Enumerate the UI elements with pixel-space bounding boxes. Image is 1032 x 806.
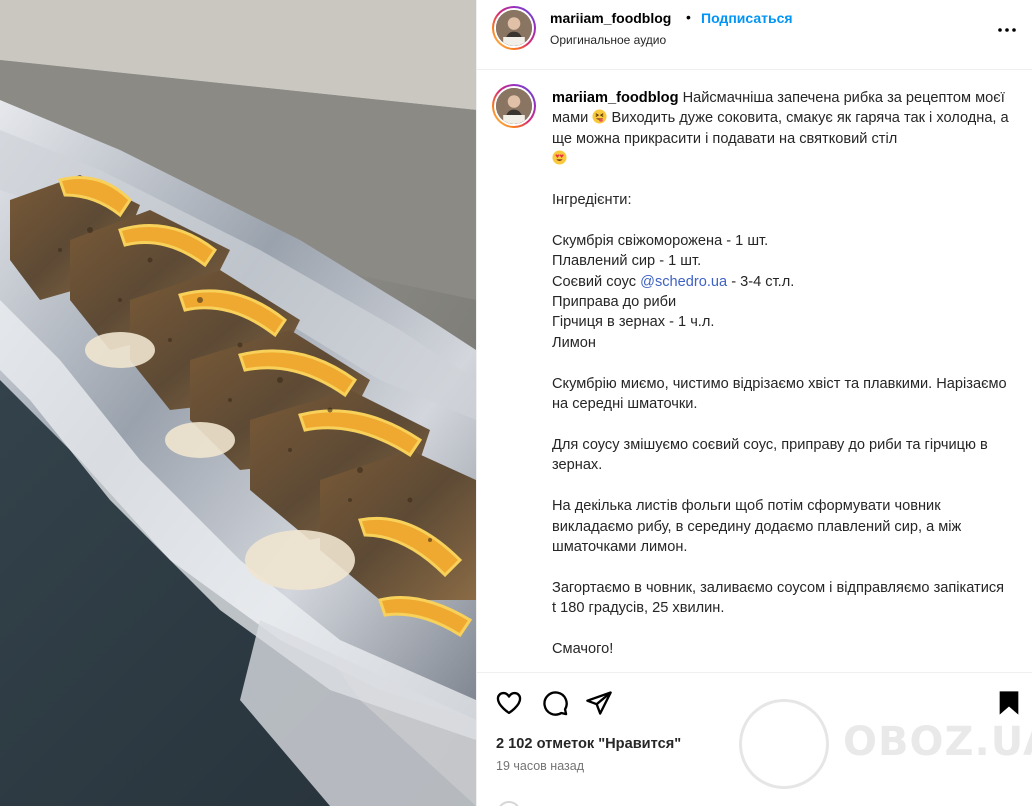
avatar-image (496, 10, 532, 46)
ingredient-item: - 3-4 ст.л. (727, 273, 795, 290)
recipe-step: Скумбрію миємо, чистимо відрізаємо хвіст… (552, 375, 1011, 413)
post-panel: mariiam_foodblog • Подписаться Оригиналь… (476, 0, 1032, 806)
caption-username[interactable]: mariiam_foodblog (552, 90, 679, 106)
post-timestamp[interactable]: 19 часов назад (496, 759, 584, 773)
recipe-step: Загортаємо в човник, заливаємо соусом і … (552, 579, 1009, 617)
ingredient-item: Гірчиця в зернах - 1 ч.л. (552, 314, 715, 331)
follow-button[interactable]: Подписаться (701, 10, 793, 26)
likes-count[interactable]: 2 102 отметок "Нравится" (496, 736, 681, 752)
author-avatar[interactable] (492, 6, 536, 50)
baked-fish-image (0, 0, 476, 806)
comment-icon[interactable] (541, 689, 569, 717)
closing-text: Смачого! (552, 640, 614, 657)
caption-section: mariiam_foodblog Найсмачніша запечена ри… (477, 70, 1032, 672)
caption-text: mariiam_foodblog Найсмачніша запечена ри… (552, 88, 1012, 659)
heart-eyes-emoji-icon (552, 150, 567, 165)
paper-plane-icon[interactable] (585, 689, 613, 717)
separator-dot: • (686, 9, 691, 25)
recipe-step: Для соусу змішуємо соєвий соус, приправу… (552, 436, 992, 474)
ingredient-item: Лимон (552, 334, 596, 351)
ingredient-item: Соєвий соус (552, 273, 641, 290)
author-username[interactable]: mariiam_foodblog (550, 10, 671, 26)
squinting-tongue-emoji-icon (592, 109, 607, 124)
ingredient-item: Плавлений сир - 1 шт. (552, 253, 702, 270)
caption-intro-cont: Виходить дуже соковита, смакує як гаряча… (552, 110, 1013, 147)
avatar-image (496, 88, 532, 124)
ingredient-item: Приправа до риби (552, 294, 677, 311)
more-horizontal-icon[interactable] (995, 18, 1019, 42)
recipe-step: На декілька листів фольги щоб потім сфор… (552, 498, 966, 555)
oboz-watermark: OBOZ.UA (739, 699, 1032, 799)
heart-icon[interactable] (495, 689, 523, 717)
add-comment-avatar (497, 801, 521, 806)
ingredient-item: Скумбрія свіжоморожена - 1 шт. (552, 232, 769, 249)
watermark-text: OBOZ.UA (843, 719, 1032, 765)
post-photo[interactable] (0, 0, 476, 806)
actions-bar: OBOZ.UA 2 102 отметок "Нравится" 19 часо… (477, 672, 1032, 806)
audio-label[interactable]: Оригинальное аудио (550, 33, 666, 47)
mention-link[interactable]: @schedro.ua (640, 274, 727, 290)
caption-avatar[interactable] (492, 84, 536, 128)
watermark-globe-icon (739, 699, 829, 789)
post-header: mariiam_foodblog • Подписаться Оригиналь… (477, 0, 1032, 70)
ingredients-title: Інгредієнти: (552, 192, 632, 209)
bookmark-icon[interactable] (995, 689, 1023, 717)
